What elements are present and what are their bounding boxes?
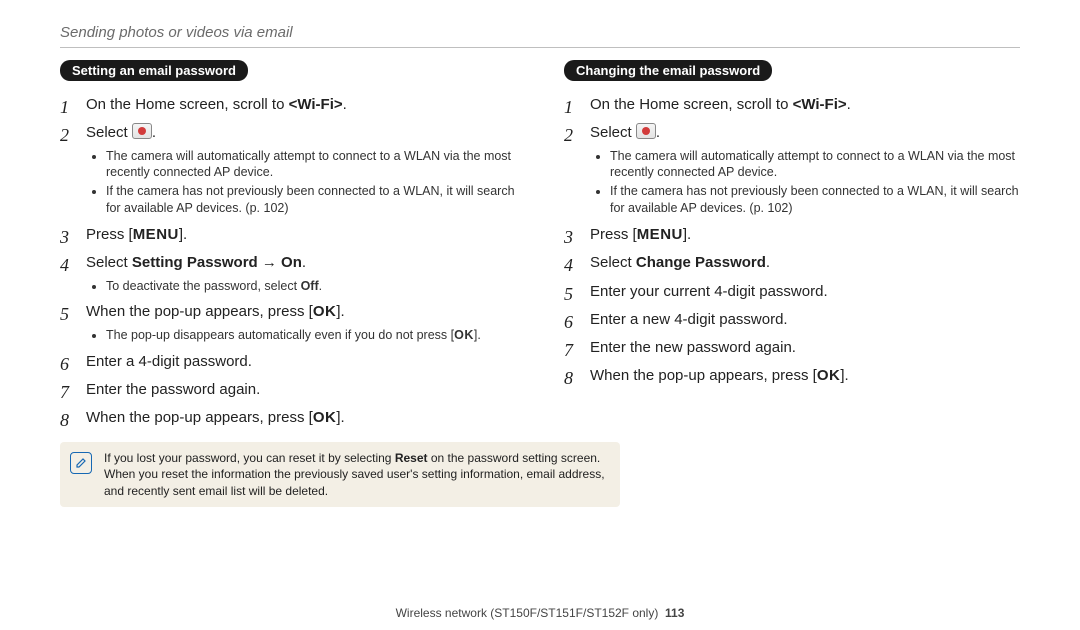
note-icon [70, 452, 92, 474]
step-item: Enter a 4-digit password. [60, 352, 516, 372]
sub-item: If the camera has not previously been co… [106, 183, 516, 217]
step-item: Enter the password again. [60, 380, 516, 400]
right-column: Changing the email password On the Home … [564, 60, 1020, 592]
step-text: On the Home screen, scroll to [86, 96, 289, 113]
sub-text: ]. [474, 328, 481, 342]
menu-button-glyph: MENU [133, 226, 179, 243]
ok-button-glyph: OK [313, 303, 337, 320]
step-bold: Setting Password → On [132, 254, 302, 271]
step-text: When the pop-up appears, press [ [590, 367, 817, 384]
sub-bold: Off [301, 279, 319, 293]
step-text: ]. [683, 226, 691, 243]
step-text: Press [ [86, 226, 133, 243]
step-item: Select Change Password. [564, 253, 1020, 273]
footer-text: Wireless network (ST150F/ST151F/ST152F o… [396, 606, 659, 620]
step-text: When the pop-up appears, press [ [86, 303, 313, 320]
step-text: Select [86, 124, 132, 141]
step-text: . [766, 254, 770, 271]
ok-button-glyph: OK [817, 367, 841, 384]
sub-text: To deactivate the password, select [106, 279, 301, 293]
email-app-icon [132, 123, 152, 139]
left-column: Setting an email password On the Home sc… [60, 60, 516, 592]
step-text: Select [86, 254, 132, 271]
step-text: Select [590, 254, 636, 271]
step-text: ]. [336, 409, 344, 426]
substeps: The pop-up disappears automatically even… [86, 327, 516, 344]
step-item: Press [MENU]. [564, 225, 1020, 245]
ok-button-glyph: OK [454, 328, 474, 342]
page-number: 113 [665, 606, 684, 620]
sub-text: The pop-up disappears automatically even… [106, 328, 454, 342]
step-text: . [656, 124, 660, 141]
ok-button-glyph: OK [313, 409, 337, 426]
content-columns: Setting an email password On the Home sc… [60, 60, 1020, 592]
sub-item: The pop-up disappears automatically even… [106, 327, 516, 344]
step-text: On the Home screen, scroll to [590, 96, 793, 113]
page-footer: Wireless network (ST150F/ST151F/ST152F o… [60, 592, 1020, 630]
sub-item: The camera will automatically attempt to… [610, 148, 1020, 182]
sub-text: . [319, 279, 322, 293]
pencil-icon [75, 457, 87, 469]
step-item: Select Setting Password → On. To deactiv… [60, 253, 516, 294]
note-text: If you lost your password, you can reset… [104, 450, 610, 499]
step-item: Enter your current 4-digit password. [564, 282, 1020, 302]
step-text: When the pop-up appears, press [ [86, 409, 313, 426]
step-text: ]. [179, 226, 187, 243]
substeps: The camera will automatically attempt to… [590, 148, 1020, 218]
note-bold: Reset [395, 451, 428, 465]
step-item: When the pop-up appears, press [OK]. The… [60, 302, 516, 343]
step-text: Select [590, 124, 636, 141]
menu-button-glyph: MENU [637, 226, 683, 243]
step-item: Enter a new 4-digit password. [564, 310, 1020, 330]
sub-item: The camera will automatically attempt to… [106, 148, 516, 182]
header-rule [60, 47, 1020, 48]
step-item: Press [MENU]. [60, 225, 516, 245]
substeps: The camera will automatically attempt to… [86, 148, 516, 218]
sub-item: To deactivate the password, select Off. [106, 278, 516, 295]
section-pill-change-password: Changing the email password [564, 60, 772, 81]
step-text: . [343, 96, 347, 113]
email-app-icon [636, 123, 656, 139]
step-text: . [152, 124, 156, 141]
step-item: When the pop-up appears, press [OK]. [564, 366, 1020, 386]
step-item: On the Home screen, scroll to <Wi-Fi>. [60, 95, 516, 115]
step-item: On the Home screen, scroll to <Wi-Fi>. [564, 95, 1020, 115]
step-bold: <Wi-Fi> [793, 96, 847, 113]
step-text: Press [ [590, 226, 637, 243]
step-text: . [847, 96, 851, 113]
step-item: Select . The camera will automatically a… [60, 123, 516, 217]
step-text: ]. [336, 303, 344, 320]
note-box: If you lost your password, you can reset… [60, 442, 620, 507]
steps-list-right: On the Home screen, scroll to <Wi-Fi>. S… [564, 95, 1020, 387]
step-item: When the pop-up appears, press [OK]. [60, 408, 516, 428]
step-item: Select . The camera will automatically a… [564, 123, 1020, 217]
step-bold: <Wi-Fi> [289, 96, 343, 113]
page-header: Sending photos or videos via email [60, 24, 1020, 41]
section-pill-set-password: Setting an email password [60, 60, 248, 81]
substeps: To deactivate the password, select Off. [86, 278, 516, 295]
sub-item: If the camera has not previously been co… [610, 183, 1020, 217]
note-text-part: If you lost your password, you can reset… [104, 451, 395, 465]
step-text: ]. [840, 367, 848, 384]
step-item: Enter the new password again. [564, 338, 1020, 358]
steps-list-left: On the Home screen, scroll to <Wi-Fi>. S… [60, 95, 516, 428]
step-bold: Change Password [636, 254, 766, 271]
page-root: Sending photos or videos via email Setti… [0, 0, 1080, 630]
step-text: . [302, 254, 306, 271]
